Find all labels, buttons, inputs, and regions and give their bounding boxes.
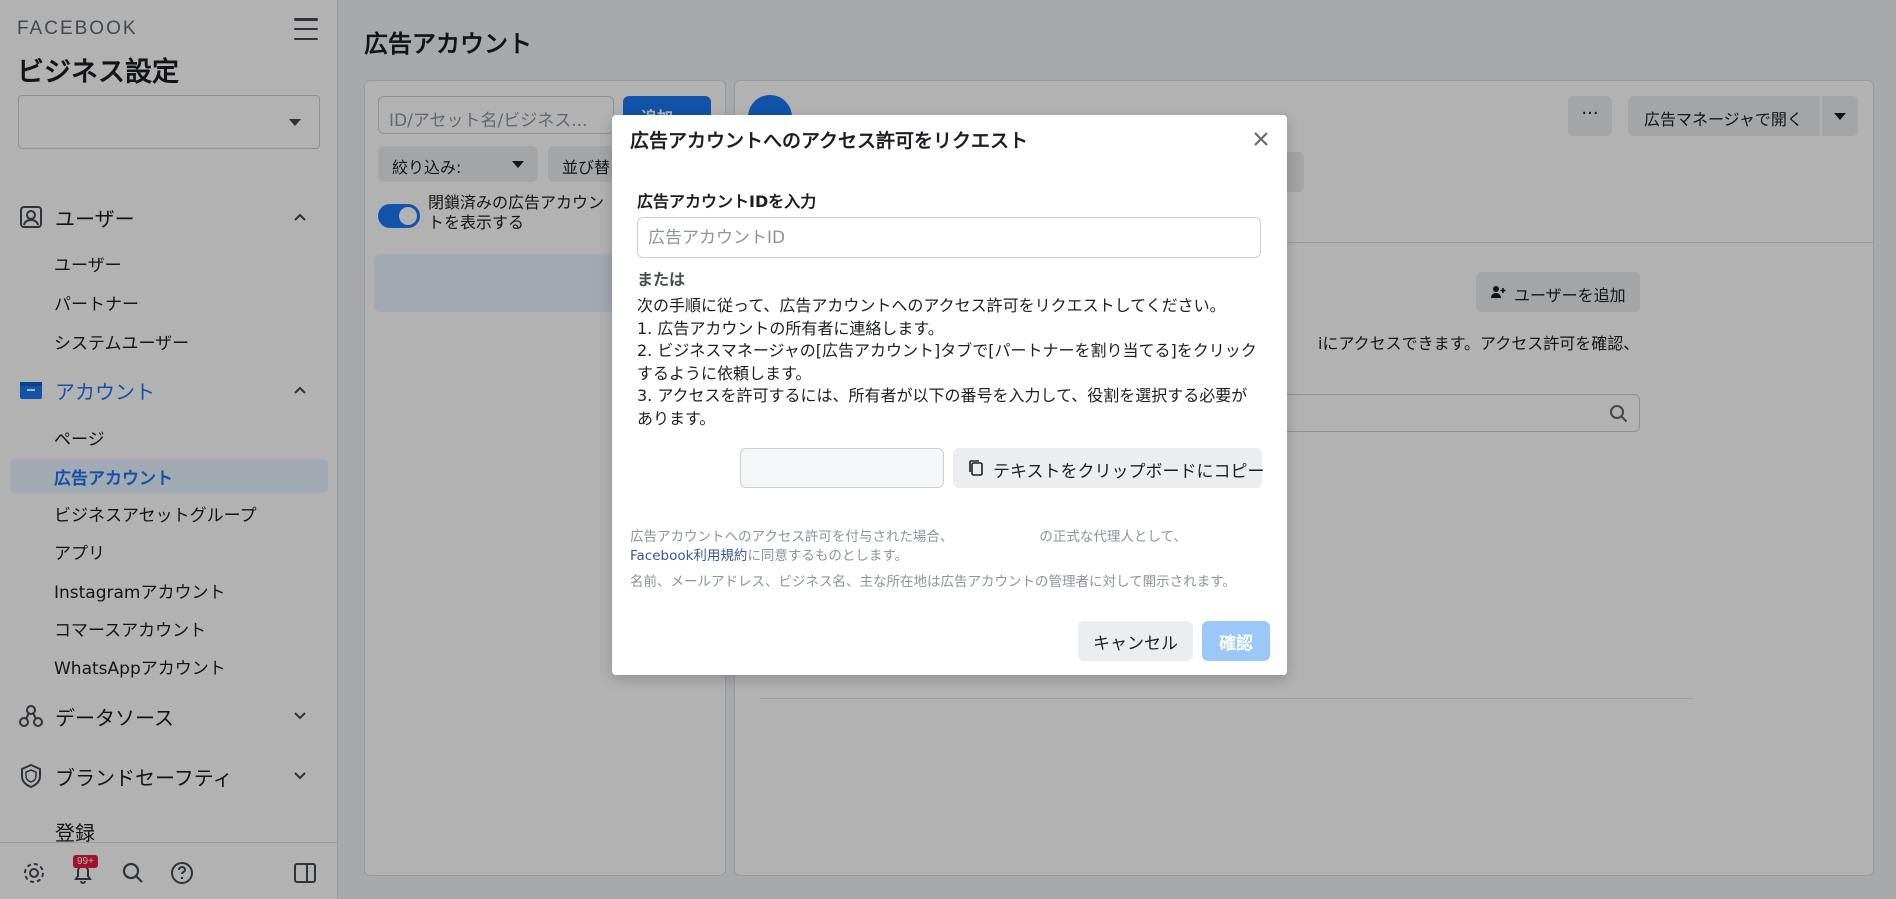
- legal-notice-line-2: Facebook利用規約に同意するものとします。: [630, 547, 908, 565]
- ad-account-id-label: 広告アカウントIDを入力: [637, 192, 817, 211]
- copy-to-clipboard-button[interactable]: テキストをクリップボードにコピー: [953, 448, 1265, 488]
- dialog-title: 広告アカウントへのアクセス許可をリクエスト: [630, 130, 1029, 152]
- legal-text-c: に同意するものとします。: [747, 548, 909, 564]
- business-id-code-box: [740, 448, 944, 488]
- ad-account-id-input[interactable]: [637, 217, 1261, 258]
- instructions: 次の手順に従って、広告アカウントへのアクセス許可をリクエストしてください。 1.…: [637, 295, 1263, 430]
- copy-label: テキストをクリップボードにコピー: [993, 462, 1265, 482]
- facebook-terms-link[interactable]: Facebook利用規約: [630, 548, 747, 564]
- legal-text-a: 広告アカウントへのアクセス許可を付与された場合、: [630, 529, 954, 545]
- or-label: または: [637, 270, 686, 289]
- cancel-button[interactable]: キャンセル: [1078, 621, 1193, 661]
- legal-text-b: の正式な代理人として、: [1039, 529, 1187, 545]
- instruction-step-3: 3. アクセスを許可するには、所有者が以下の番号を入力して、役割を選択する必要が…: [637, 386, 1248, 428]
- request-access-dialog: 広告アカウントへのアクセス許可をリクエスト 広告アカウントIDを入力 または 次…: [612, 115, 1287, 675]
- confirm-button[interactable]: 確認: [1202, 621, 1270, 661]
- disclosure-notice: 名前、メールアドレス、ビジネス名、主な所在地は広告アカウントの管理者に対して開示…: [630, 574, 1236, 590]
- close-icon[interactable]: [1251, 129, 1271, 149]
- copy-icon: [967, 459, 985, 482]
- instruction-step-1: 1. 広告アカウントの所有者に連絡します。: [637, 318, 944, 338]
- instruction-intro: 次の手順に従って、広告アカウントへのアクセス許可をリクエストしてください。: [637, 296, 1226, 315]
- instruction-step-2: 2. ビジネスマネージャの[広告アカウント]タブで[パートナーを割り当てる]をク…: [637, 341, 1257, 383]
- legal-notice-line-1: 広告アカウントへのアクセス許可を付与された場合、 の正式な代理人として、: [630, 528, 1187, 546]
